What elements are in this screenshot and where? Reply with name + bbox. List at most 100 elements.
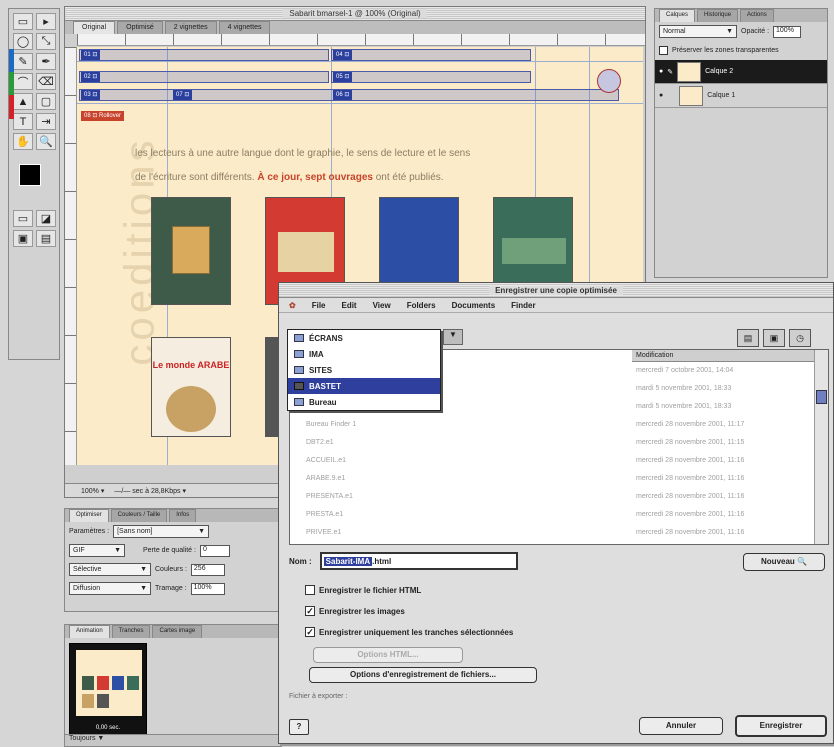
crop-tool-icon[interactable]: ⤡ (36, 33, 56, 50)
dither-select[interactable]: Diffusion ▼ (69, 582, 151, 595)
tab-image-maps[interactable]: Cartes image (152, 625, 203, 638)
tab-color-size[interactable]: Couleurs / Taille (110, 509, 168, 522)
eraser-tool-icon[interactable]: ⌫ (36, 73, 56, 90)
tab-slices[interactable]: Tranches (111, 625, 151, 638)
brush-link-icon[interactable]: ✎ (667, 68, 673, 76)
menu-item-file[interactable]: File (312, 301, 326, 310)
menu-item-finder[interactable]: Finder (511, 301, 535, 310)
opacity-field[interactable]: 100% (773, 25, 802, 38)
loop-select[interactable]: Toujours ▼ (69, 735, 104, 742)
file-list-scrollbar[interactable] (814, 350, 828, 544)
file-row[interactable]: ACCUEIL.e1 mercredi 28 novembre 2001, 11:… (290, 452, 816, 470)
file-row[interactable]: PRIVEE.e1 mercredi 28 novembre 2001, 11:1… (290, 524, 816, 542)
tab-history[interactable]: Historique (697, 9, 739, 22)
slice-tool-icon[interactable]: ⇥ (36, 113, 56, 130)
standard-mode-icon[interactable]: ▭ (13, 210, 33, 227)
popup-item-bureau[interactable]: Bureau (288, 394, 440, 410)
menu-item-edit[interactable]: Edit (341, 301, 356, 310)
blend-mode-select[interactable]: Normal ▼ (659, 25, 737, 38)
apple-menu-icon[interactable]: ✿ (289, 301, 296, 310)
tab-optimized[interactable]: Optimisé (117, 21, 163, 34)
move-tool-icon[interactable]: ▸ (36, 13, 56, 30)
slice-region[interactable] (331, 49, 531, 61)
download-time[interactable]: —/— sec à 28,8Kbps ▾ (114, 487, 186, 495)
tab-info[interactable]: Infos (169, 509, 197, 522)
dialog-title-bar[interactable]: Enregistrer une copie optimisée (279, 283, 833, 298)
slice-region[interactable] (79, 49, 329, 61)
shape-tool-icon[interactable]: ⌒ (13, 73, 33, 90)
popup-item-sites[interactable]: SITES (288, 362, 440, 378)
help-button[interactable]: ? (289, 719, 309, 735)
layer-row[interactable]: ● ✎ Calque 2 (655, 60, 827, 84)
save-selected-slices-checkbox[interactable]: ✓ (305, 627, 315, 637)
colors-field[interactable]: 256 (190, 563, 225, 576)
file-row[interactable]: DBT2.e1 mercredi 28 novembre 2001, 11:15 (290, 434, 816, 452)
rectangle-tool-icon[interactable]: ▢ (36, 93, 56, 110)
quickmask-mode-icon[interactable]: ◪ (36, 210, 56, 227)
slice-region[interactable] (79, 71, 329, 83)
modification-column-header[interactable]: Modification (632, 350, 816, 362)
menu-item-documents[interactable]: Documents (452, 301, 496, 310)
eye-icon[interactable]: ● (659, 92, 663, 99)
dither-field[interactable]: 100% (190, 582, 225, 595)
file-row[interactable]: Bureau Finder 1 mercredi 28 novembre 2001… (290, 416, 816, 434)
new-folder-icon[interactable]: ▣ (763, 329, 785, 347)
save-images-checkbox[interactable]: ✓ (305, 606, 315, 616)
screen-mode-icon[interactable]: ▣ (13, 230, 33, 247)
reduction-row: Sélective ▼ Couleurs : 256 (65, 560, 281, 579)
zoom-tool-icon[interactable]: 🔍 (36, 133, 56, 150)
menu-item-view[interactable]: View (373, 301, 391, 310)
marquee-tool-icon[interactable]: ▭ (13, 13, 33, 30)
popup-toggle-button[interactable]: ▼ (443, 329, 463, 345)
save-images-option[interactable]: ✓ Enregistrer les images (305, 606, 405, 616)
save-selected-slices-option[interactable]: ✓ Enregistrer uniquement les tranches sél… (305, 627, 513, 637)
tab-4-up[interactable]: 4 vignettes (218, 21, 271, 34)
cancel-button[interactable]: Annuler (639, 717, 723, 735)
file-save-options-button[interactable]: Options d'enregistrement de fichiers... (309, 667, 537, 683)
tab-actions[interactable]: Actions (740, 9, 774, 22)
foreground-color-swatch[interactable] (19, 164, 41, 186)
tab-optimize[interactable]: Optimiser (69, 509, 109, 522)
fill-tool-icon[interactable]: ▲ (13, 93, 33, 110)
hand-tool-icon[interactable]: ✋ (13, 133, 33, 150)
frame-delay[interactable]: 0,00 sec. (70, 725, 146, 731)
save-html-checkbox[interactable] (305, 585, 315, 595)
menu-item-folders[interactable]: Folders (407, 301, 436, 310)
filename-input[interactable]: Sabarit-IMA .html (319, 552, 518, 570)
zoom-level[interactable]: 100% ▾ (81, 487, 104, 495)
tab-animation[interactable]: Animation (69, 625, 110, 638)
lossy-field[interactable]: 0 (199, 544, 230, 557)
tab-2-up[interactable]: 2 vignettes (164, 21, 217, 34)
popup-item-ecrans[interactable]: ÉCRANS (288, 330, 440, 346)
colors-label: Couleurs : (155, 566, 187, 573)
slice-badge: 02 ⊡ (81, 72, 101, 82)
animation-frame[interactable]: 0,00 sec. (69, 643, 147, 735)
reduction-select[interactable]: Sélective ▼ (69, 563, 151, 576)
tab-layers[interactable]: Calques (659, 9, 696, 22)
document-title-bar[interactable]: Sabarit bmarsel-1 @ 100% (Original) (65, 7, 645, 21)
file-row[interactable]: ARABE.9.e1 mercredi 28 novembre 2001, 11:… (290, 470, 816, 488)
html-options-button[interactable]: Options HTML... (313, 647, 463, 663)
file-row[interactable]: PRESTA.e1 mercredi 28 novembre 2001, 11:1… (290, 506, 816, 524)
save-button[interactable]: Enregistrer (735, 715, 827, 737)
popup-item-ima[interactable]: IMA (288, 346, 440, 362)
new-folder-button[interactable]: Nouveau 🔍 (743, 553, 825, 571)
eye-icon[interactable]: ● (659, 68, 663, 75)
format-select[interactable]: GIF ▼ (69, 544, 125, 557)
scrollbar-thumb[interactable] (816, 390, 827, 404)
brush-tool-icon[interactable]: ✎ (13, 53, 33, 70)
save-html-option[interactable]: Enregistrer le fichier HTML (305, 585, 421, 595)
layer-row[interactable]: ● Calque 1 (655, 84, 827, 108)
type-tool-icon[interactable]: T (13, 113, 33, 130)
popup-item-bastet[interactable]: BASTET (288, 378, 440, 394)
lasso-tool-icon[interactable]: ◯ (13, 33, 33, 50)
preset-select[interactable]: [Sans nom] ▼ (113, 525, 210, 538)
tab-original[interactable]: Original (73, 21, 116, 34)
file-row[interactable]: PRESENTA.e1 mercredi 28 novembre 2001, 11… (290, 488, 816, 506)
favorites-icon[interactable]: ◷ (789, 329, 811, 347)
preserve-transparency-checkbox[interactable] (659, 46, 668, 55)
pen-tool-icon[interactable]: ✒ (36, 53, 56, 70)
slice-region[interactable] (331, 71, 531, 83)
fullscreen-mode-icon[interactable]: ▤ (36, 230, 56, 247)
desktop-icon[interactable]: ▤ (737, 329, 759, 347)
